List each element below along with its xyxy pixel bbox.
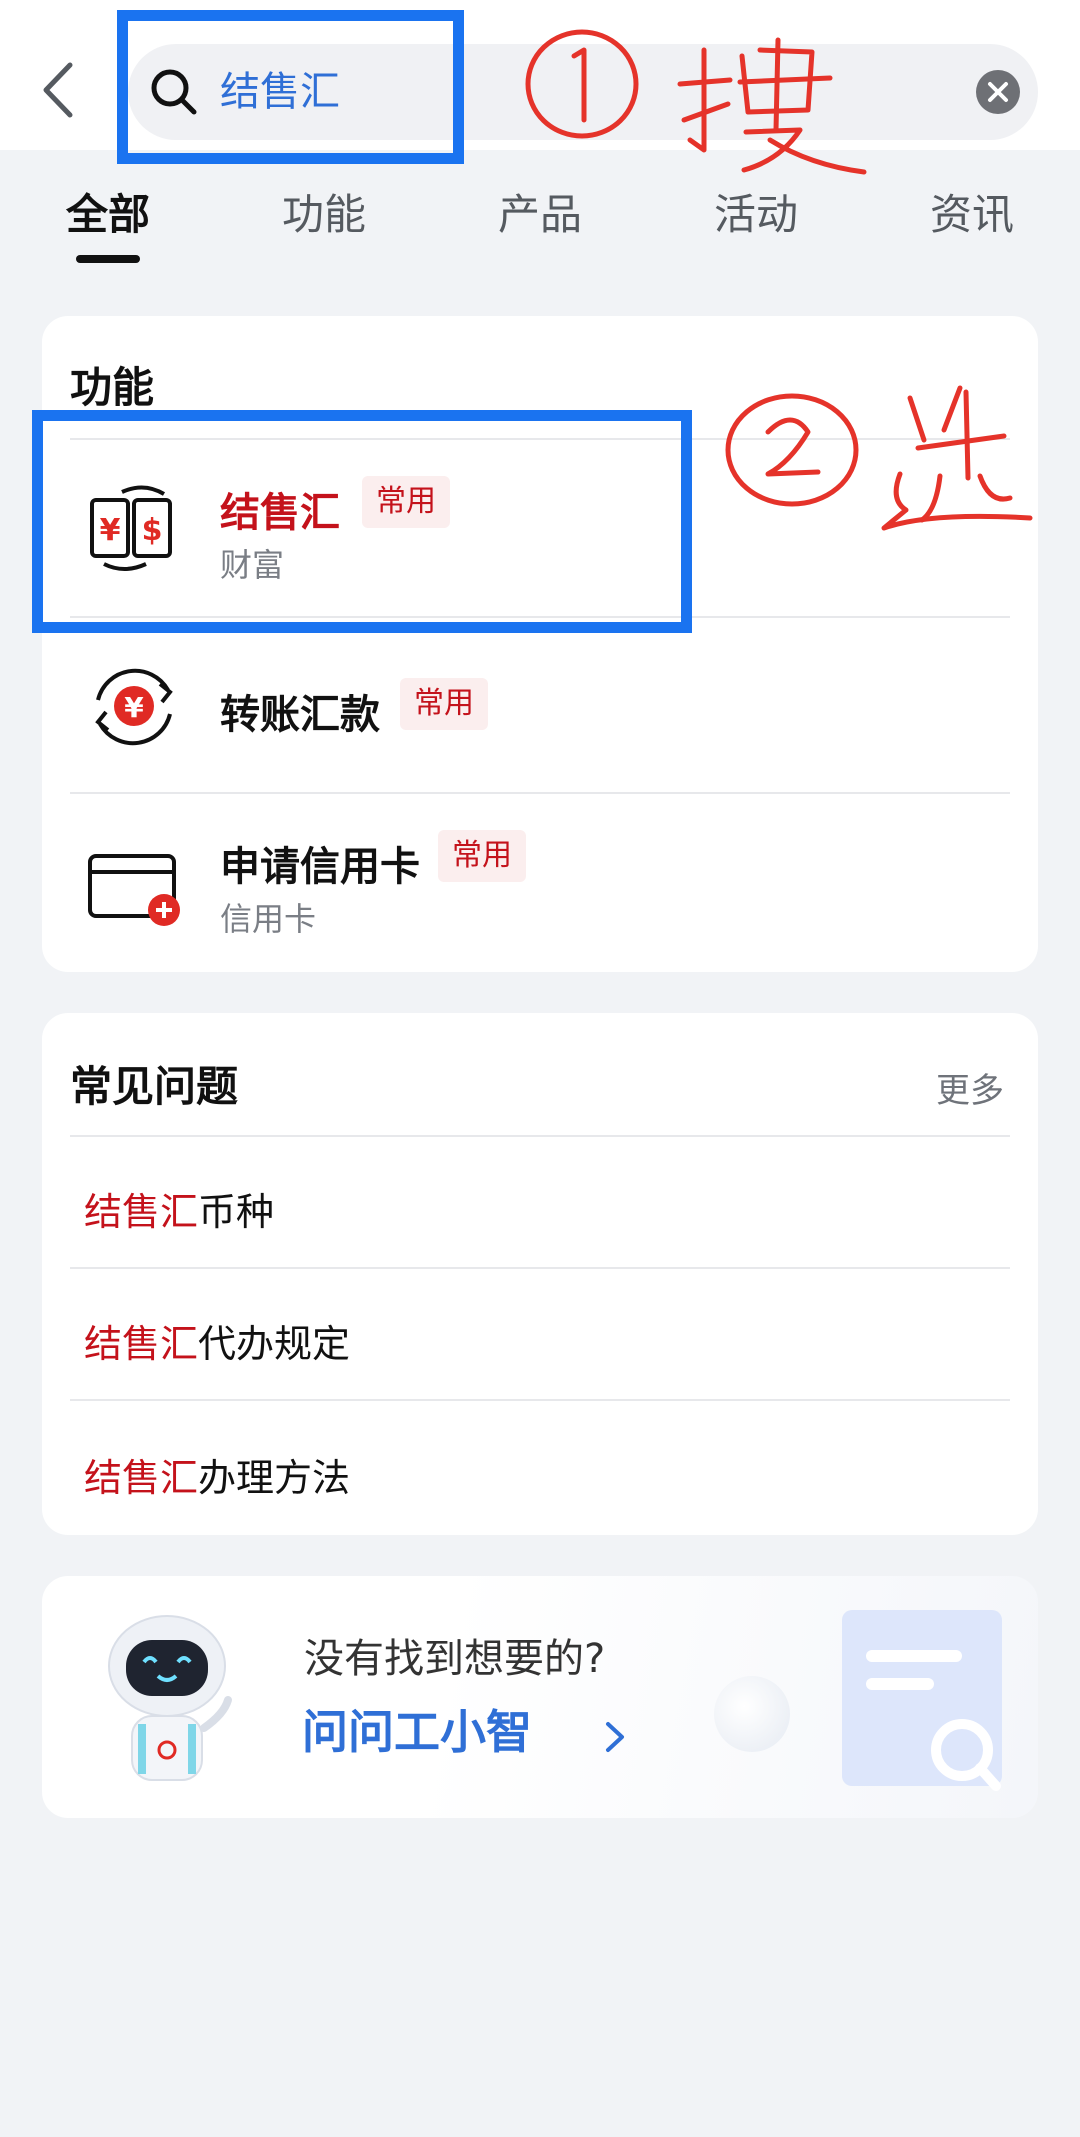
close-icon (988, 82, 1008, 102)
function-name: 申请信用卡 (220, 844, 420, 890)
category-tabs: 全部 功能 产品 活动 资讯 (0, 175, 1080, 265)
divider (70, 1399, 1010, 1401)
faq-title: 常见问题 (70, 1062, 239, 1111)
faq-item[interactable]: 结售汇币种 (84, 1181, 274, 1236)
transfer-icon: ¥ (84, 656, 184, 756)
credit-card-add-icon (84, 832, 184, 932)
faq-card: 常见问题 更多 结售汇币种 结售汇代办规定 结售汇办理方法 (42, 1013, 1038, 1535)
assistant-card[interactable]: 没有找到想要的? 问问工小智 (42, 1576, 1038, 1818)
document-search-icon (836, 1606, 1006, 1796)
chevron-right-icon (600, 1712, 630, 1762)
assistant-link[interactable]: 问问工小智 (302, 1696, 532, 1762)
frequent-badge: 常用 (400, 678, 488, 730)
back-button[interactable] (30, 55, 90, 125)
function-category: 信用卡 (220, 900, 317, 938)
faq-item[interactable]: 结售汇办理方法 (84, 1447, 350, 1502)
clear-button[interactable] (976, 70, 1020, 114)
function-item-transfer[interactable]: ¥ 转账汇款 常用 (42, 618, 1038, 794)
tab-functions[interactable]: 功能 (244, 175, 404, 255)
function-name: 转账汇款 (220, 692, 380, 738)
chevron-left-icon (43, 62, 73, 118)
divider (70, 1135, 1010, 1137)
faq-highlight: 结售汇 (84, 1456, 199, 1500)
function-item-credit-card[interactable]: 申请信用卡 常用 信用卡 (42, 794, 1038, 970)
faq-text: 代办规定 (198, 1322, 351, 1366)
functions-title: 功能 (70, 363, 155, 412)
faq-highlight: 结售汇 (84, 1190, 199, 1234)
annotation-box-select (32, 410, 692, 633)
tab-news[interactable]: 资讯 (892, 175, 1052, 255)
annotation-box-search (117, 10, 464, 164)
tab-all[interactable]: 全部 (28, 175, 188, 255)
divider (70, 1267, 1010, 1269)
faq-text: 办理方法 (198, 1456, 351, 1500)
tab-products[interactable]: 产品 (460, 175, 620, 255)
more-link[interactable]: 更多 (936, 1063, 1004, 1112)
svg-text:¥: ¥ (124, 691, 144, 724)
faq-item[interactable]: 结售汇代办规定 (84, 1313, 350, 1368)
active-tab-indicator (76, 255, 140, 263)
faq-highlight: 结售汇 (84, 1322, 199, 1366)
robot-avatar (92, 1604, 242, 1794)
assistant-question: 没有找到想要的? (304, 1636, 606, 1682)
frequent-badge: 常用 (438, 830, 526, 882)
tab-activities[interactable]: 活动 (676, 175, 836, 255)
faq-text: 币种 (198, 1190, 275, 1234)
bubble-decoration (714, 1676, 790, 1752)
